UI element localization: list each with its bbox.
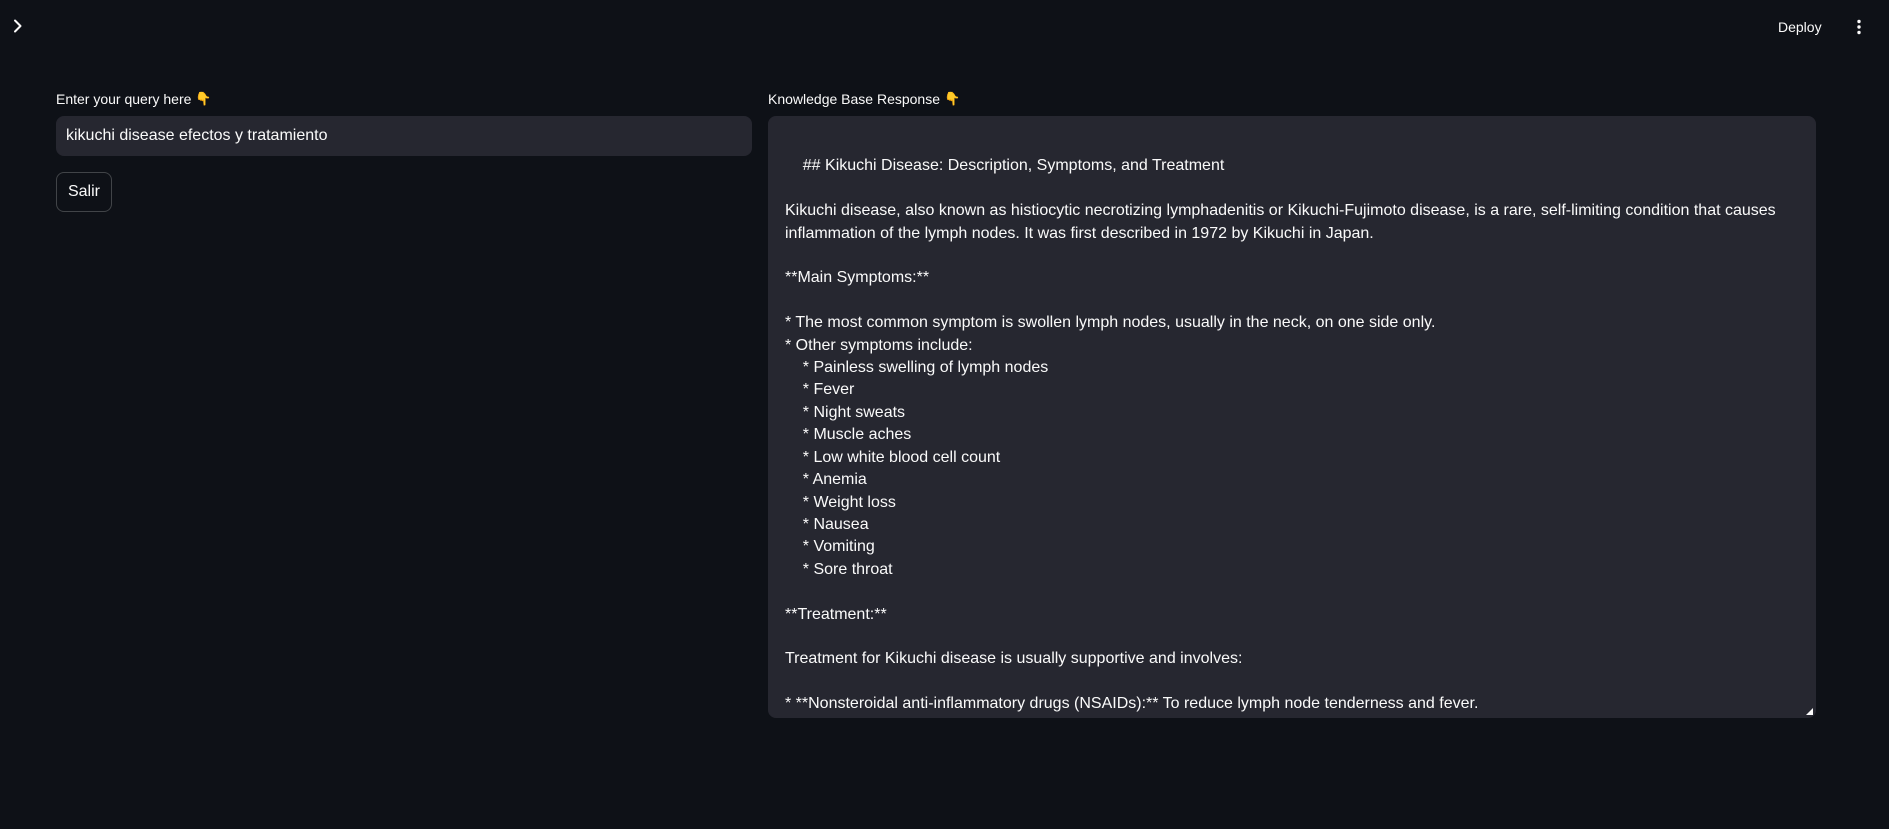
query-label-text: Enter your query here: [56, 91, 192, 107]
kebab-menu-icon: [1857, 19, 1861, 35]
query-input[interactable]: [56, 116, 752, 156]
response-text: ## Kikuchi Disease: Description, Symptom…: [785, 157, 1776, 713]
response-textarea[interactable]: ## Kikuchi Disease: Description, Symptom…: [768, 116, 1816, 718]
query-label: Enter your query here 👇: [56, 88, 752, 110]
sidebar-toggle-button[interactable]: [8, 14, 28, 38]
response-label-text: Knowledge Base Response: [768, 91, 941, 107]
main-menu-button[interactable]: [1848, 14, 1870, 40]
deploy-button[interactable]: Deploy: [1778, 14, 1822, 40]
exit-button[interactable]: Salir: [56, 172, 112, 212]
query-column: Enter your query here 👇 Salir: [56, 88, 752, 212]
response-column: Knowledge Base Response 👇 ## Kikuchi Dis…: [768, 88, 1816, 718]
pointing-down-icon: 👇: [195, 91, 212, 106]
chevron-right-icon: [14, 19, 22, 33]
response-label: Knowledge Base Response 👇: [768, 88, 1816, 110]
resize-handle-icon[interactable]: [1806, 708, 1813, 715]
pointing-down-icon: 👇: [944, 91, 961, 106]
